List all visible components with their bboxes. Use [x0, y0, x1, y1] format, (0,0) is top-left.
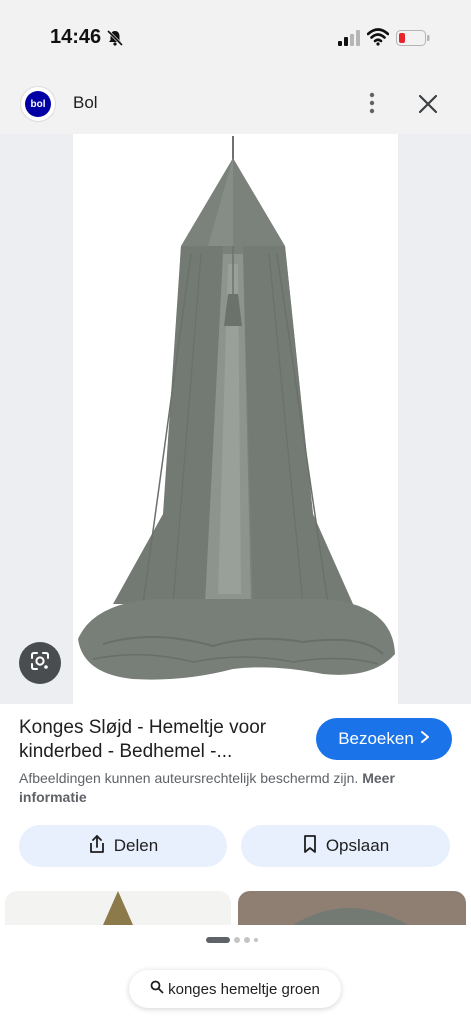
visit-button-label: Bezoeken [338, 729, 414, 748]
save-label: Opslaan [325, 836, 390, 855]
copyright-text: Afbeeldingen kunnen auteursrechtelijk be… [19, 770, 359, 786]
visit-button[interactable]: Bezoeken [316, 718, 452, 760]
google-lens-button[interactable] [19, 642, 61, 684]
save-button[interactable]: Opslaan [241, 825, 450, 867]
chevron-right-icon [420, 729, 430, 749]
search-icon [150, 980, 164, 998]
site-name[interactable]: Bol [73, 93, 98, 113]
copyright-notice: Afbeeldingen kunnen auteursrechtelijk be… [19, 769, 459, 807]
image-preview-area [0, 134, 471, 704]
google-lens-icon [29, 650, 51, 677]
page-dot [254, 938, 258, 942]
page-dot-active [206, 937, 230, 943]
more-vertical-icon[interactable] [362, 92, 382, 119]
bol-logo[interactable]: bol [20, 86, 56, 122]
status-bar: 14:46 [0, 0, 471, 70]
search-query-text: konges hemeltje groen [168, 980, 320, 998]
share-label: Delen [113, 836, 159, 855]
source-header: bol Bol [0, 70, 471, 134]
status-time: 14:46 [50, 26, 102, 48]
pagination-indicator [206, 937, 258, 943]
related-image-thumbnail[interactable] [5, 891, 231, 925]
bookmark-icon [302, 834, 318, 859]
share-icon [88, 834, 106, 859]
close-icon[interactable] [418, 94, 438, 119]
share-button[interactable]: Delen [19, 825, 227, 867]
wifi-icon [366, 28, 390, 51]
product-title[interactable]: Konges Sløjd - Hemeltje voor kinderbed -… [19, 716, 304, 764]
bol-logo-mark: bol [25, 91, 51, 117]
page-dot [234, 937, 240, 943]
search-query-chip[interactable]: konges hemeltje groen [129, 970, 341, 1008]
related-image-thumbnail[interactable] [238, 891, 466, 925]
product-image[interactable] [73, 134, 398, 704]
page-dot [244, 937, 250, 943]
battery-low-icon [396, 30, 430, 51]
cellular-signal-icon [338, 30, 362, 51]
bell-slash-icon [106, 29, 124, 52]
